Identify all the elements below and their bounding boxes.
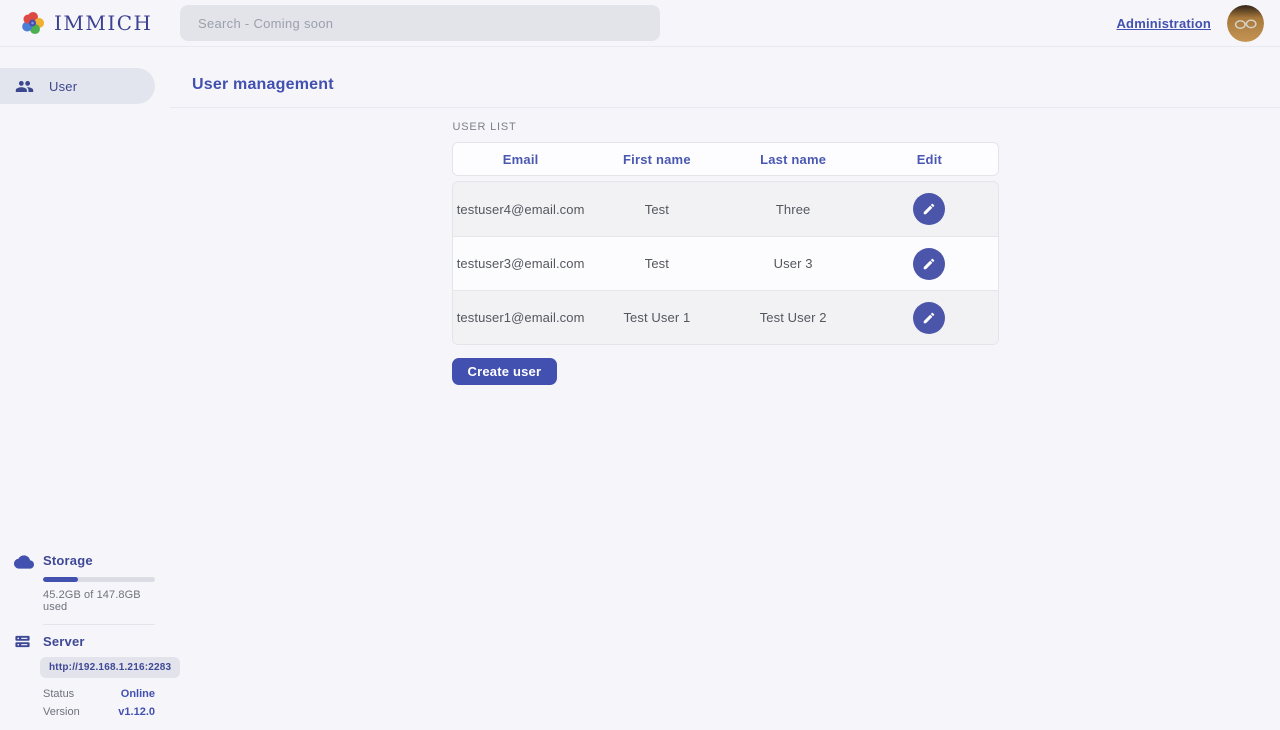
search-input[interactable]: [180, 5, 660, 41]
table-row: testuser3@email.com Test User 3: [453, 236, 998, 290]
page-title: User management: [192, 76, 1280, 94]
status-value: Online: [121, 688, 155, 700]
edit-user-button[interactable]: [913, 193, 945, 225]
brand-name: IMMICH: [54, 11, 153, 35]
column-header-last-name: Last name: [725, 152, 861, 167]
create-user-button[interactable]: Create user: [452, 358, 558, 385]
version-label: Version: [43, 706, 80, 718]
user-table: testuser4@email.com Test Three: [452, 181, 999, 345]
user-list-label: USER LIST: [453, 121, 999, 133]
cell-last-name: Test User 2: [725, 310, 861, 325]
storage-progress-bar: [43, 577, 155, 582]
storage-title: Storage: [43, 553, 155, 568]
edit-user-button[interactable]: [913, 248, 945, 280]
server-status-row: Status Online: [43, 688, 155, 700]
server-section: Server http://192.168.1.216:2283 Status …: [0, 634, 170, 718]
sidebar-divider: [43, 624, 155, 625]
server-title: Server: [43, 634, 155, 649]
server-url-badge: http://192.168.1.216:2283: [40, 657, 180, 678]
cell-email: testuser4@email.com: [453, 202, 589, 217]
users-icon: [15, 77, 34, 96]
cell-email: testuser1@email.com: [453, 310, 589, 325]
column-header-first-name: First name: [589, 152, 725, 167]
column-header-edit: Edit: [861, 152, 997, 167]
storage-usage-caption: 45.2GB of 147.8GB used: [43, 589, 155, 613]
sidebar-item-user-label: User: [49, 79, 77, 94]
version-value: v1.12.0: [118, 706, 155, 718]
cell-first-name: Test: [589, 202, 725, 217]
cell-email: testuser3@email.com: [453, 256, 589, 271]
storage-section: Storage 45.2GB of 147.8GB used: [0, 553, 170, 613]
immich-logo-icon: [20, 10, 46, 36]
server-version-row: Version v1.12.0: [43, 706, 155, 718]
top-nav: IMMICH Administration: [0, 0, 1280, 47]
brand[interactable]: IMMICH: [20, 10, 180, 36]
pencil-icon: [922, 311, 936, 325]
sidebar: User Storage 45.2GB of 147.8GB used: [0, 47, 170, 730]
page-header: User management: [170, 47, 1280, 108]
cell-last-name: Three: [725, 202, 861, 217]
sidebar-item-user[interactable]: User: [0, 68, 155, 104]
table-row: testuser4@email.com Test Three: [453, 182, 998, 236]
main-content: User management USER LIST Email First na…: [170, 47, 1280, 730]
pencil-icon: [922, 202, 936, 216]
user-table-header: Email First name Last name Edit: [452, 142, 999, 176]
cloud-icon: [14, 552, 34, 577]
table-row: testuser1@email.com Test User 1 Test Use…: [453, 290, 998, 344]
column-header-email: Email: [453, 152, 589, 167]
server-icon: [14, 633, 31, 655]
pencil-icon: [922, 257, 936, 271]
user-avatar[interactable]: [1227, 5, 1264, 42]
status-label: Status: [43, 688, 74, 700]
storage-progress-fill: [43, 577, 78, 582]
cell-first-name: Test: [589, 256, 725, 271]
edit-user-button[interactable]: [913, 302, 945, 334]
cell-first-name: Test User 1: [589, 310, 725, 325]
administration-link[interactable]: Administration: [1116, 16, 1211, 31]
cell-last-name: User 3: [725, 256, 861, 271]
